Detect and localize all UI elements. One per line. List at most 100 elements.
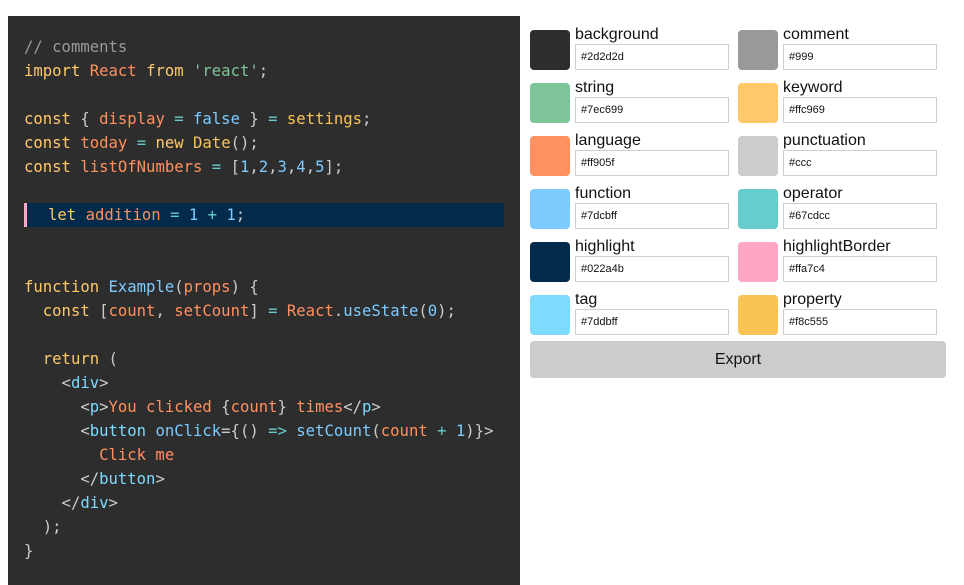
code-token: [ (99, 302, 109, 320)
code-block: // comments import React from 'react'; con… (24, 35, 504, 563)
color-swatch[interactable] (530, 83, 570, 123)
code-token: </ (343, 398, 363, 416)
code-token: , (268, 158, 278, 176)
code-token: } (249, 110, 269, 128)
code-line: const [count, setCount] = React.useState… (24, 299, 504, 323)
code-token: div (70, 374, 100, 392)
color-setting-function: function (530, 185, 730, 231)
color-value-input[interactable] (783, 256, 937, 282)
code-token: > (371, 398, 381, 416)
code-line: </div> (24, 491, 504, 515)
code-line: <p>You clicked {count} times</p> (24, 395, 504, 419)
color-setting-background: background (530, 26, 730, 72)
color-value-input[interactable] (783, 97, 937, 123)
code-token: return (24, 350, 109, 368)
code-token: ; (362, 110, 372, 128)
code-token: addition (85, 206, 171, 224)
code-token: ={ (221, 422, 240, 440)
color-label: tag (575, 291, 598, 308)
code-token: display (99, 110, 175, 128)
color-value-input[interactable] (783, 44, 937, 70)
color-value-input[interactable] (575, 203, 729, 229)
code-line: const { display = false } = settings; (24, 107, 504, 131)
color-swatch[interactable] (738, 83, 778, 123)
code-token: times (296, 398, 344, 416)
color-value-input[interactable] (575, 309, 729, 335)
code-token: ( (108, 350, 118, 368)
code-token: import (24, 62, 90, 80)
color-setting-highlight: highlight (530, 238, 730, 284)
code-line: import React from 'react'; (24, 59, 504, 83)
code-token: ( (174, 278, 184, 296)
color-label: operator (783, 185, 843, 202)
code-token: < (24, 374, 71, 392)
color-setting-keyword: keyword (738, 79, 938, 125)
color-setting-comment: comment (738, 26, 938, 72)
code-token: = (170, 206, 189, 224)
color-value-input[interactable] (575, 256, 729, 282)
color-setting-string: string (530, 79, 730, 125)
code-token: ( (418, 302, 428, 320)
color-value-input[interactable] (575, 44, 729, 70)
code-token: p (89, 398, 100, 416)
code-token: Example (108, 278, 175, 296)
code-token: onClick (155, 422, 222, 440)
color-swatch[interactable] (530, 189, 570, 229)
code-line: const listOfNumbers = [1,2,3,4,5]; (24, 155, 504, 179)
code-line: <button onClick={() => setCount(count + … (24, 419, 504, 443)
code-token: button (89, 422, 156, 440)
code-token: (); (230, 134, 259, 152)
color-swatch[interactable] (530, 242, 570, 282)
color-swatch[interactable] (738, 136, 778, 176)
color-label: string (575, 79, 615, 96)
color-label: background (575, 26, 659, 43)
code-token: 0 (427, 302, 438, 320)
color-swatch[interactable] (738, 295, 778, 335)
code-line: } (24, 539, 504, 563)
code-token: 2 (258, 158, 269, 176)
color-swatch[interactable] (530, 30, 570, 70)
code-line: // comments (24, 35, 504, 59)
code-token: 1 (455, 422, 466, 440)
color-value-input[interactable] (783, 309, 937, 335)
code-token: settings (286, 110, 363, 128)
code-token: props (183, 278, 231, 296)
code-token: = (136, 134, 156, 152)
code-token: } (24, 542, 34, 560)
color-swatch[interactable] (530, 295, 570, 335)
code-token: listOfNumbers (80, 158, 212, 176)
color-value-input[interactable] (575, 97, 729, 123)
color-setting-highlightBorder: highlightBorder (738, 238, 938, 284)
color-value-input[interactable] (783, 150, 937, 176)
code-token: < (24, 398, 90, 416)
color-swatch[interactable] (530, 136, 570, 176)
color-value-input[interactable] (783, 203, 937, 229)
code-token: false (193, 110, 250, 128)
code-token: count (380, 422, 438, 440)
code-line: const today = new Date(); (24, 131, 504, 155)
color-swatch[interactable] (738, 242, 778, 282)
code-token: ) { (230, 278, 259, 296)
color-swatch[interactable] (738, 189, 778, 229)
export-button[interactable]: Export (530, 341, 946, 378)
code-token: You clicked (108, 398, 222, 416)
code-line: Click me (24, 443, 504, 467)
code-token: , (305, 158, 316, 176)
code-token: const (24, 134, 81, 152)
code-token: ); (24, 518, 62, 536)
color-label: function (575, 185, 632, 202)
code-token: = (211, 158, 231, 176)
color-value-input[interactable] (575, 150, 729, 176)
highlight-border (24, 203, 27, 227)
code-line: </button> (24, 467, 504, 491)
code-token: ( (371, 422, 381, 440)
code-line: ); (24, 515, 504, 539)
color-swatch[interactable] (738, 30, 778, 70)
code-token: </ (24, 494, 81, 512)
code-token: p (362, 398, 372, 416)
code-token: const (24, 158, 81, 176)
